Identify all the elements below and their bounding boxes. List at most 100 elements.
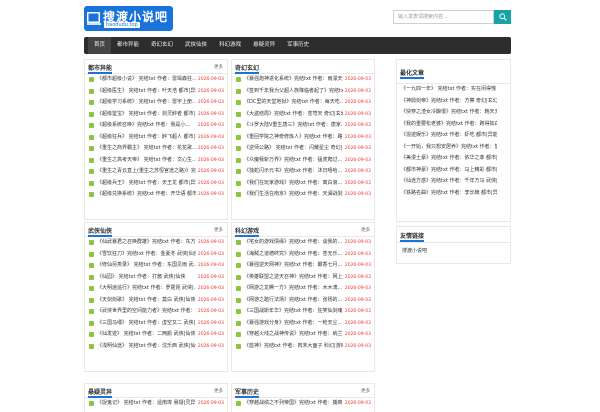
list-item[interactable]: 《暴强炮神进化系统》完结txt 作者：雨濛天... 2026-09-03 [232,74,374,86]
search-input[interactable] [393,10,494,24]
list-item[interactable]: 《众魔我斩万界》完结txt 作者：猛虎爬过... 2026-09-03 [232,155,374,167]
list-item[interactable]: 《仙武暴君之召唤群雄》完结txt 作者：东方... 2026-09-03 [85,237,227,249]
nav-item-urban[interactable]: 都市异能 [111,37,145,54]
nav-item-scifi[interactable]: 科幻游戏 [213,37,247,54]
list-item[interactable]: 《仙园》 完结txt 作者：打酱 武侠|仙侠 2026-09-03 [85,272,227,284]
nav-item-wuxia[interactable]: 武侠仙侠 [179,37,213,54]
site-header: 搜渡小说吧 haodudu.top [84,0,511,36]
list-item[interactable]: 《重回学院之神奇修炼人》完结txt 作者：路... 2026-09-03 [232,132,374,144]
list-item[interactable]: 《重生之商界霸主》 完结txt 作者：花花歌... 2026-09-03 [85,143,227,155]
list-item[interactable]: 《穿越火线之战神传说》完结txt 作者：纳兰... 2026-09-03 [232,329,374,341]
more-link[interactable]: 更多 [214,64,223,70]
list-item[interactable]: 《超级狂兵》 完结txt 作者：醉飞超人 都市|... 2026-09-03 [85,132,227,144]
list-item[interactable]: 《独蛇闪示元书》完结txt 作者：沐日嘻哈... 2026-09-03 [232,166,374,178]
book-icon [89,320,94,326]
section-title[interactable]: 军事历史 [235,387,260,398]
book-icon [87,12,101,25]
book-icon [236,251,241,257]
list-item[interactable]: 《网游之踏行法场》完结txt 作者：张扬的... 2026-09-03 [232,295,374,307]
list-item[interactable]: 《逆师公路》 完结txt 作者：闪耀星尘 奇幻|... 2026-09-03 [232,143,374,155]
list-item[interactable]: 《一九四一年》 完结txt 作者：实在闲得慌 军事 [397,84,510,96]
book-icon [236,134,241,140]
list-item[interactable]: 《大明逍遥行》完结txt 作者：罗霆昆 武侠|... 2026-09-03 [85,283,227,295]
list-item[interactable]: 《英雄联盟之逆天召神》完结txt 作者：网上... 2026-09-03 [232,272,374,284]
sidebar-title: 友情链接 [400,233,425,242]
list-item[interactable]: 《宅女的游戏情缘》完结txt 作者：谈我的... 2026-09-03 [232,237,374,249]
search-button[interactable] [494,10,511,24]
list-item[interactable]: 《签到千年我为父超人族降临者起了》完结txt... 2026-09-03 [232,86,374,98]
list-item[interactable]: 《超级鉴宝》 完结txt 作者：剑灵醉者 都市|... 2026-09-03 [85,109,227,121]
more-link[interactable]: 更多 [361,227,370,233]
list-item[interactable]: 《仙途方惑》完结txt 作者：千年万马 武侠|仙侠 [397,176,510,188]
list-item[interactable]: 《海贼之道德终究》完结txt 作者：苍无乐... 2026-09-03 [232,249,374,261]
book-icon [236,263,241,268]
list-item[interactable]: 《美漫土豪》完结txt 作者：依华之菲 都市|异能 [397,153,510,165]
list-item[interactable]: 《神鼎剑帝》完结txt 作者：方察 奇幻|玄幻 [397,96,510,108]
list-item[interactable]: 《我们在玩家游戏》完结txt 作者：离白浪... 2026-09-03 [232,178,374,190]
list-item[interactable]: 《暴强游戏分身》完结txt 作者：一枪天尘... 2026-09-03 [232,318,374,330]
list-item[interactable]: 《都市超级小说》 完结txt 作者：雷竭森狂... 2026-09-03 [85,74,227,86]
more-link[interactable]: 更多 [361,388,370,394]
list-item[interactable]: 《超级学习系统》 完结txt 作者：雷宇上册... 2026-09-03 [85,97,227,109]
list-item[interactable]: 《重生之高考天帝》 完结txt 作者：文心生... 2026-09-03 [85,155,227,167]
list-item[interactable]: 《混迹娱乐》完结txt 作者：虾吃 都市|异能 [397,130,510,142]
nav-item-military[interactable]: 军事历史 [281,37,315,54]
list-item[interactable]: 《重生之青云直上(重生之苏恒官途之路)》完结... 2026-09-03 [85,166,227,178]
list-item[interactable]: 《三国马缰》 完结txt 作者：虚空又二 武侠|... 2026-09-03 [85,318,227,330]
search-icon [498,13,507,21]
list-item[interactable]: 《超级医生》 完结txt 作者：叶天浩 都市|异能 2026-09-03 [85,86,227,98]
list-item[interactable]: 《捉鬼记》 完结txt 作者：遥南埠 悬疑|灵异 2026-09-03 [85,398,227,410]
more-link[interactable]: 更多 [214,388,223,394]
friend-link[interactable]: 搜渡小说吧 [397,243,510,258]
section-wuxia: 武侠仙侠 更多 《仙武暴君之召唤群雄》完结txt 作者：东方... 2026-09… [84,222,228,372]
book-icon [89,401,94,406]
list-item[interactable]: 《超级兵王》 完结txt 作者：天王龙 都市|异能 2026-09-03 [85,178,227,190]
list-item[interactable]: 《蓝神》完结txt 作者：肉末大面子 科幻|游戏 2026-09-03 [232,341,374,353]
book-icon [236,100,241,105]
book-icon [89,134,94,140]
list-item[interactable]: 《雪饮狂刀》完结txt 作者：金夏冬 武侠|仙侠 2026-09-03 [85,249,227,261]
section-header: 都市异能 更多 [85,60,227,74]
list-item[interactable]: 《超级系统召唤》完结txt 作者：我是小... 2026-09-03 [85,120,227,132]
section-title[interactable]: 悬疑灵异 [88,387,113,398]
book-icon [236,274,241,280]
list-item[interactable]: 《天剑剑歌》 完结txt 作者：莫白 武侠|仙侠 2026-09-03 [85,295,227,307]
nav-item-mystery[interactable]: 悬疑灵异 [247,37,281,54]
list-item[interactable]: 《大盗结局》完结txt 作者：苍穹天 奇幻|玄幻 2026-09-03 [232,109,374,121]
list-item[interactable]: 《超级兑换系统》完结txt 作者：开华语 都市... 2026-09-03 [85,189,227,201]
section-title[interactable]: 武侠仙侠 [88,226,113,237]
list-item[interactable]: 《DC里的天堂地狱》完结txt 作者：每天吃... 2026-09-03 [232,97,374,109]
list-item[interactable]: 《三国战斯年华》完结txt 作者：狂笑仙剑魂 2026-09-03 [232,306,374,318]
book-icon [236,192,241,197]
list-item[interactable]: 《穿越战绩之不列帝国》完结txt 作者：捕爽... 2026-09-03 [232,398,374,410]
list-item[interactable]: 《仙发迹》 完结txt 作者：二两颜 武侠|仙侠 2026-09-03 [85,329,227,341]
section-title[interactable]: 科幻游戏 [235,226,260,237]
list-item[interactable]: 《浅明仙途》 完结txt 作者：沈乐西 武侠|仙侠 2026-09-03 [85,341,227,353]
main-nav: 首页 都市异能 奇幻玄幻 武侠仙侠 科幻游戏 悬疑灵异 军事历史 [84,37,511,54]
list-item[interactable]: 《我的重要松老婆》完结txt 作者：跑得如白手 [397,119,510,131]
nav-item-fantasy[interactable]: 奇幻玄幻 [145,37,179,54]
list-item[interactable]: 《武侠世界里的空间能力者》完结txt 作者：... 2026-09-03 [85,306,227,318]
sidebar-header: 友情链接 [397,227,510,243]
book-icon [89,123,94,128]
list-item[interactable]: 《暴强逆天网神》完结txt 作者：霸香七月... 2026-09-03 [232,260,374,272]
list-item[interactable]: 《我们生活在南京》完结txt 作者：天澜战剑... 2026-09-03 [232,189,374,201]
book-icon [89,192,94,197]
list-item[interactable]: 《快穿之渣女冷酿很》完结txt 作者：韩天天... [397,107,510,119]
list-item[interactable]: 《都市神豪》完结txt 作者：马上精彩 都市|异能 [397,165,510,177]
book-icon [89,297,94,303]
section-title[interactable]: 奇幻玄幻 [235,63,260,74]
list-item[interactable]: 《一开始，我只想安居养》完结txt 作者：旋转... [397,142,510,154]
site-logo[interactable]: 搜渡小说吧 haodudu.top [84,6,173,31]
list-item[interactable]: 《铁路名曲》完结txt 作者：李长楠 都市|异能 [397,188,510,200]
section-title[interactable]: 都市异能 [88,63,113,74]
list-item[interactable]: 《网游之龙腾一方》完结txt 作者：木木漓... 2026-09-03 [232,283,374,295]
list-item[interactable]: 《修仙另类录》 完结txt 作者：东国见雨 武... 2026-09-03 [85,260,227,272]
more-link[interactable]: 更多 [214,227,223,233]
nav-item-home[interactable]: 首页 [88,37,112,54]
book-icon [89,157,94,163]
list-item[interactable]: 《斗罗大陆V重生唐三》完结txt 作者：唐家... 2026-09-03 [232,120,374,132]
book-icon [236,320,241,326]
book-icon [89,332,94,337]
section-mystery: 悬疑灵异 更多 《捉鬼记》 完结txt 作者：遥南埠 悬疑|灵异 2026-09-… [84,383,228,412]
